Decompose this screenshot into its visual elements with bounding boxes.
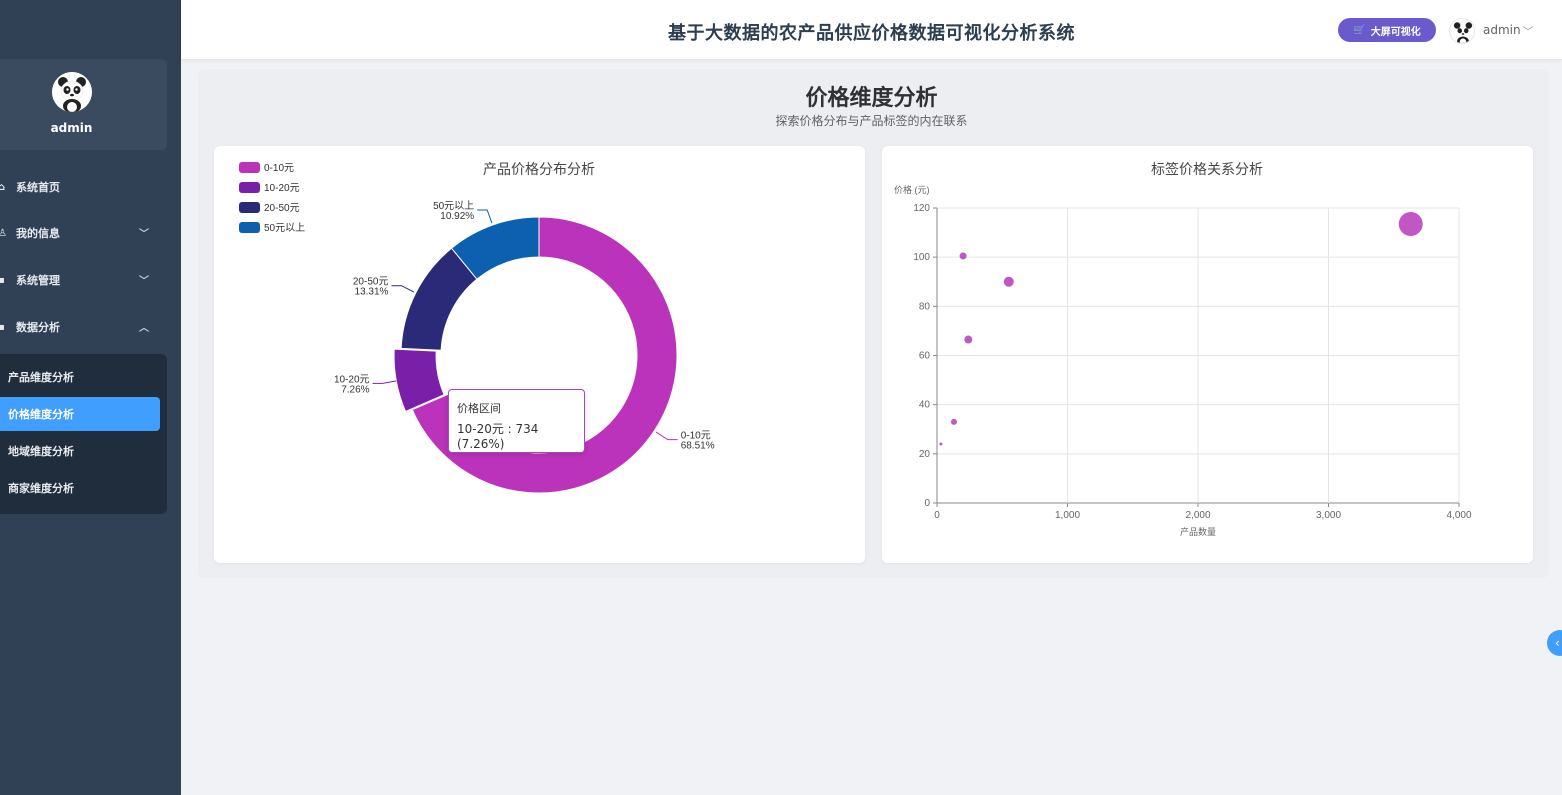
sidebar-item-label: 系统首页 bbox=[16, 181, 60, 194]
sidebar-item-system-management[interactable]: ▪ 系统管理 ﹀ bbox=[0, 265, 167, 295]
legend-swatch[interactable] bbox=[239, 222, 260, 233]
tag-price-chart: 标签价格关系分析 价格 (元) 产品数量 0 20 40 60 80 100 120 0 1,0… bbox=[894, 161, 1472, 537]
pie-label-line bbox=[391, 285, 415, 293]
grid-icon: ▪ bbox=[0, 274, 5, 286]
y-tick-label: 120 bbox=[913, 203, 930, 214]
chevron-up-icon: ︿ bbox=[139, 323, 149, 334]
grid-icon: ▪ bbox=[0, 321, 5, 333]
submenu-item-merchant[interactable]: 商家维度分析 bbox=[0, 471, 160, 505]
submenu-item-label: 产品维度分析 bbox=[8, 371, 74, 384]
header-avatar[interactable] bbox=[1449, 18, 1475, 44]
pie-label-percent: 7.26% bbox=[341, 384, 369, 395]
sidebar-item-label: 我的信息 bbox=[16, 227, 60, 240]
sidebar-item-label: 系统管理 bbox=[16, 274, 60, 287]
x-tick-label: 0 bbox=[934, 510, 940, 521]
legend-label[interactable]: 0-10元 bbox=[264, 163, 294, 174]
chevron-left-icon: ‹ bbox=[1555, 636, 1560, 650]
scatter-point[interactable] bbox=[1003, 276, 1014, 287]
x-tick-label: 1,000 bbox=[1055, 510, 1080, 521]
scatter-point[interactable] bbox=[959, 252, 967, 260]
pie-label-line bbox=[655, 431, 678, 441]
price-distribution-panel: 产品价格分布分析 0-10元 10-20元 20-50元 50元以上 0-10元 68.… bbox=[214, 146, 865, 563]
scatter-point[interactable] bbox=[950, 418, 957, 425]
avatar bbox=[52, 72, 92, 112]
page-title: 价格维度分析 bbox=[805, 86, 938, 111]
legend-swatch[interactable] bbox=[239, 202, 260, 213]
price-distribution-chart: 产品价格分布分析 0-10元10-20元20-50元50元以上 0-10元68.… bbox=[239, 161, 715, 494]
header-username[interactable]: admin bbox=[1483, 23, 1521, 37]
pie-label-percent: 10.92% bbox=[440, 211, 474, 222]
chevron-down-icon: ﹀ bbox=[139, 276, 149, 287]
panda-avatar-icon bbox=[52, 72, 92, 112]
scatter-point[interactable] bbox=[964, 335, 973, 344]
collapse-toggle-button[interactable]: ‹ bbox=[1547, 630, 1562, 656]
submenu-item-label: 商家维度分析 bbox=[8, 482, 74, 495]
submenu-item-region[interactable]: 地域维度分析 bbox=[0, 434, 160, 468]
submenu-data-analysis: 产品维度分析 价格维度分析 地域维度分析 商家维度分析 bbox=[0, 354, 167, 514]
cart-icon: 🛒 bbox=[1353, 24, 1366, 36]
legend-swatch[interactable] bbox=[239, 182, 260, 193]
tag-price-panel: 标签价格关系分析 价格 (元) 产品数量 0 20 40 60 80 100 120 0 1,0… bbox=[882, 146, 1533, 563]
y-tick-label: 0 bbox=[924, 498, 930, 509]
submenu-item-price[interactable]: 价格维度分析 bbox=[0, 397, 160, 431]
legend-label[interactable]: 10-20元 bbox=[264, 183, 300, 194]
bigscreen-button-label: 大屏可视化 bbox=[1370, 26, 1421, 38]
tooltip-text: 10-20元 : 734 (7.26%) bbox=[457, 422, 539, 451]
chart-title: 标签价格关系分析 bbox=[1151, 161, 1263, 177]
chart-title: 产品价格分布分析 bbox=[483, 161, 595, 177]
pie-label-percent: 13.31% bbox=[355, 287, 389, 298]
pie-label-line bbox=[372, 380, 397, 384]
y-tick-label: 100 bbox=[913, 252, 930, 263]
home-icon: ⌂ bbox=[0, 181, 6, 193]
sidebar-item-my-info[interactable]: ♙ 我的信息 ﹀ bbox=[0, 218, 167, 248]
pie-label-percent: 68.51% bbox=[681, 441, 715, 452]
y-tick-label: 80 bbox=[919, 301, 931, 312]
scatter-point[interactable] bbox=[1398, 211, 1423, 236]
user-icon: ♙ bbox=[0, 227, 7, 239]
sidebar: admin ⌂ 系统首页 ♙ 我的信息 ﹀ ▪ 系统管理 ﹀ ▪ 数据分析 ︿ … bbox=[0, 0, 181, 795]
x-tick-label: 4,000 bbox=[1446, 510, 1471, 521]
submenu-item-product[interactable]: 产品维度分析 bbox=[0, 360, 160, 394]
legend-label[interactable]: 50元以上 bbox=[264, 222, 305, 234]
sidebar-item-label: 数据分析 bbox=[16, 321, 60, 334]
y-axis-label: 价格 (元) bbox=[894, 184, 930, 195]
tooltip-title: 价格区间 bbox=[457, 402, 501, 415]
legend-swatch[interactable] bbox=[239, 162, 260, 173]
scatter-point[interactable] bbox=[939, 442, 943, 446]
legend-label[interactable]: 20-50元 bbox=[264, 203, 300, 214]
chevron-down-icon[interactable]: ﹀ bbox=[1523, 23, 1533, 38]
sidebar-item-data-analysis[interactable]: ▪ 数据分析 ︿ bbox=[0, 312, 167, 342]
submenu-item-label: 价格维度分析 bbox=[8, 408, 74, 421]
x-axis-label: 产品数量 bbox=[1180, 526, 1216, 537]
sidebar-username: admin bbox=[50, 121, 93, 135]
y-tick-label: 20 bbox=[919, 449, 931, 460]
submenu-item-label: 地域维度分析 bbox=[8, 445, 74, 458]
pie-label-line bbox=[477, 209, 493, 224]
user-profile-card: admin bbox=[0, 59, 167, 150]
sidebar-item-home[interactable]: ⌂ 系统首页 bbox=[0, 172, 167, 202]
y-tick-label: 40 bbox=[919, 400, 931, 411]
chart-tooltip: 价格区间 10-20元 : 734 (7.26%) bbox=[448, 389, 585, 453]
page-subtitle: 探索价格分布与产品标签的内在联系 bbox=[775, 114, 968, 128]
x-tick-label: 2,000 bbox=[1185, 510, 1210, 521]
x-tick-label: 3,000 bbox=[1316, 510, 1341, 521]
y-tick-label: 60 bbox=[919, 351, 931, 362]
chevron-down-icon: ﹀ bbox=[139, 229, 149, 240]
bigscreen-button[interactable]: 🛒 大屏可视化 bbox=[1338, 18, 1436, 42]
top-header: 基于大数据的农产品供应价格数据可视化分析系统 🛒 大屏可视化 admin ﹀ bbox=[181, 0, 1562, 60]
